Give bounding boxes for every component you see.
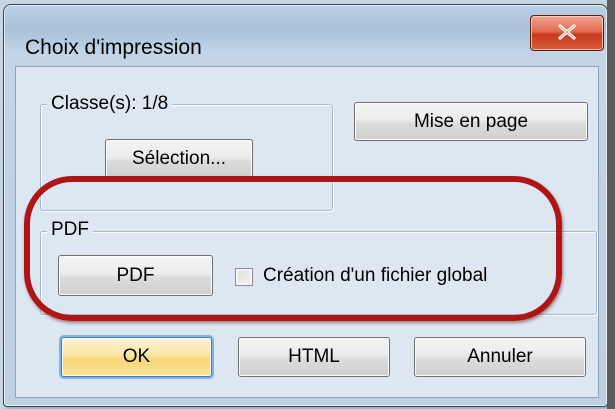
page-setup-button[interactable]: Mise en page — [354, 102, 588, 141]
pdf-button[interactable]: PDF — [58, 255, 213, 296]
print-options-dialog: Choix d'impression Classe(s): 1/8 Sélect… — [3, 4, 608, 407]
close-button[interactable] — [530, 15, 604, 51]
global-file-checkbox-label[interactable]: Création d'un fichier global — [263, 265, 487, 287]
window-title: Choix d'impression — [25, 36, 202, 59]
background-edge — [607, 0, 615, 409]
screenshot: Choix d'impression Classe(s): 1/8 Sélect… — [0, 0, 615, 409]
ok-button[interactable]: OK — [61, 337, 212, 377]
html-button[interactable]: HTML — [238, 337, 390, 377]
selection-button[interactable]: Sélection... — [105, 139, 253, 179]
cancel-button[interactable]: Annuler — [414, 337, 586, 377]
title-bar[interactable]: Choix d'impression — [4, 5, 607, 67]
pdf-group-caption: PDF — [47, 219, 93, 241]
dialog-body: Classe(s): 1/8 Sélection... Mise en page… — [15, 66, 599, 398]
global-file-checkbox[interactable] — [235, 268, 253, 286]
close-icon — [558, 24, 576, 40]
classes-group-caption: Classe(s): 1/8 — [47, 93, 173, 115]
